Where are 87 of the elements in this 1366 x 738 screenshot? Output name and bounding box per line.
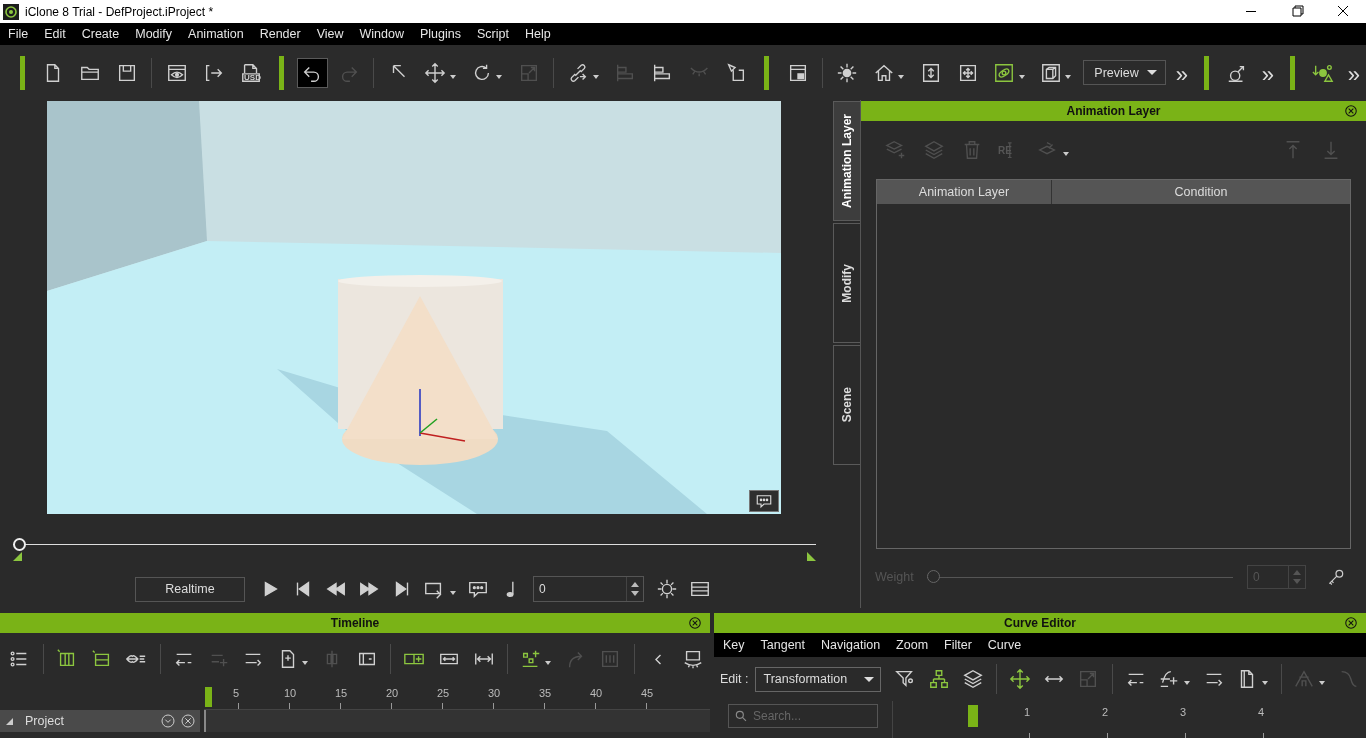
caret-icon — [1319, 681, 1326, 685]
app-logo-icon — [3, 3, 19, 20]
caret-icon — [864, 676, 875, 682]
toolbar-grip[interactable] — [278, 55, 284, 90]
caret-icon — [449, 74, 456, 79]
tick-label: 2 — [1101, 701, 1179, 738]
side-tab[interactable]: Scene — [833, 345, 860, 465]
tick-label: 15 — [334, 685, 385, 709]
panel-title: Curve Editor — [1004, 616, 1076, 630]
caret-icon — [545, 661, 552, 665]
expand-icon[interactable] — [6, 717, 13, 725]
tick-label: 1 — [1023, 701, 1101, 738]
toolbar-grip[interactable] — [20, 55, 25, 90]
menu-item[interactable]: Filter — [936, 638, 980, 652]
menu-item[interactable]: Help — [516, 27, 559, 41]
menu-item[interactable]: Window — [351, 27, 412, 41]
search-icon — [734, 709, 748, 723]
menu-item[interactable]: Tangent — [752, 638, 814, 652]
column-header[interactable]: Animation Layer — [877, 180, 1052, 204]
realtime-button[interactable]: Realtime — [135, 576, 245, 602]
caret-icon — [1146, 70, 1157, 75]
caret-icon — [592, 74, 599, 79]
tick-label: 3 — [1179, 701, 1257, 738]
window-title: iClone 8 Trial - DefProject.iProject * — [25, 4, 214, 19]
more-tools-button[interactable]: » — [1343, 63, 1364, 86]
caret-icon — [496, 74, 503, 79]
menu-item[interactable]: Modify — [127, 27, 181, 41]
key-icon[interactable] — [1326, 567, 1346, 587]
menu-item[interactable]: Animation — [180, 27, 252, 41]
weight-slider[interactable] — [927, 570, 1233, 584]
tick-label: 10 — [283, 685, 334, 709]
menu-item[interactable]: Edit — [36, 27, 74, 41]
more-tools-button[interactable]: » — [1257, 63, 1278, 86]
search-field[interactable]: Search... — [728, 704, 878, 728]
close-icon[interactable] — [1344, 616, 1358, 630]
menu-item[interactable]: Zoom — [888, 638, 937, 652]
menu-item[interactable]: Curve — [979, 638, 1030, 652]
toolbar-grip[interactable] — [1204, 55, 1209, 90]
spin-down-icon[interactable] — [631, 591, 639, 596]
tick-label: 45 — [640, 685, 691, 709]
caret-icon — [1018, 74, 1025, 79]
panel-title: Animation Layer — [1066, 104, 1161, 118]
caret-icon — [301, 661, 308, 665]
menu-item[interactable]: Render — [251, 27, 309, 41]
tick-label: 30 — [487, 685, 538, 709]
menu-item[interactable]: Create — [73, 27, 128, 41]
caret-icon — [1184, 681, 1191, 685]
caret-icon — [449, 591, 456, 595]
caret-icon — [1262, 681, 1269, 685]
edit-dropdown[interactable]: Transformation — [754, 666, 882, 692]
menu-item[interactable]: Navigation — [813, 638, 889, 652]
track-name: Project — [24, 714, 65, 728]
comment-button[interactable] — [749, 490, 779, 512]
side-tab[interactable]: Modify — [833, 223, 860, 343]
speech-bubble-icon — [755, 492, 773, 510]
chevron-circle-icon[interactable] — [160, 713, 176, 729]
tick-label: 5 — [232, 685, 283, 709]
edit-label: Edit : — [720, 672, 749, 686]
toolbar-grip[interactable] — [1290, 55, 1295, 90]
tick-label: 40 — [589, 685, 640, 709]
tick-label: 4 — [1257, 701, 1335, 738]
sun-icon — [655, 578, 678, 600]
preview-dropdown[interactable]: Preview — [1083, 60, 1166, 85]
menu-item[interactable]: Script — [469, 27, 517, 41]
column-header[interactable]: Condition — [1052, 180, 1350, 204]
range-start-icon[interactable] — [13, 552, 22, 561]
panel-title: Timeline — [330, 616, 380, 630]
close-circle-icon[interactable] — [180, 713, 196, 729]
tick-label: 20 — [385, 685, 436, 709]
more-tools-button[interactable]: » — [1171, 63, 1193, 86]
caret-icon — [898, 74, 905, 79]
caret-icon — [1063, 152, 1069, 156]
close-icon[interactable] — [688, 616, 702, 630]
range-end-icon[interactable] — [807, 552, 816, 561]
tick-label: 25 — [436, 685, 487, 709]
menu-item[interactable]: Plugins — [412, 27, 469, 41]
time-slider[interactable] — [13, 538, 816, 551]
frame-field[interactable]: 0 — [533, 576, 644, 602]
side-tab[interactable]: Animation Layer — [833, 101, 860, 221]
menu-item[interactable]: File — [0, 27, 37, 41]
menu-item[interactable]: View — [308, 27, 352, 41]
spin-up-icon[interactable] — [631, 582, 639, 587]
close-icon[interactable] — [1344, 104, 1358, 118]
caret-icon — [1065, 74, 1072, 79]
menu-item[interactable]: Key — [715, 638, 753, 652]
tick-label: 35 — [538, 685, 589, 709]
toolbar-grip[interactable] — [764, 55, 770, 90]
